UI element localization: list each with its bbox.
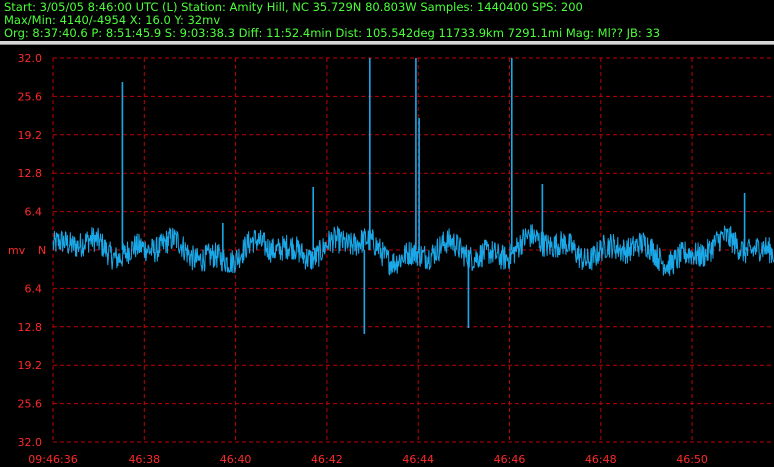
x-tick-label: 46:44 bbox=[402, 453, 434, 466]
y-tick-label: 25.6 bbox=[18, 90, 43, 103]
y-tick-label: 12.8 bbox=[18, 167, 43, 180]
zero-label: N bbox=[38, 244, 46, 257]
x-tick-label: 46:40 bbox=[220, 453, 252, 466]
y-tick-label: 6.4 bbox=[25, 282, 43, 295]
info-header: Start: 3/05/05 8:46:00 UTC (L) Station: … bbox=[0, 0, 774, 41]
y-axis-label: mv bbox=[8, 244, 26, 257]
x-tick-label: 46:38 bbox=[128, 453, 160, 466]
x-tick-label: 46:42 bbox=[311, 453, 343, 466]
y-tick-label: 19.2 bbox=[18, 359, 43, 372]
x-tick-label: 09:46:36 bbox=[28, 453, 77, 466]
x-tick-label: 46:46 bbox=[494, 453, 526, 466]
y-tick-label: 6.4 bbox=[25, 206, 43, 219]
y-tick-label: 32.0 bbox=[18, 52, 43, 65]
y-tick-label: 19.2 bbox=[18, 129, 43, 142]
y-tick-label: 32.0 bbox=[18, 436, 43, 449]
seismogram-chart[interactable]: 32.0 25.6 19.2 12.8 6.4 6.4 12.8 19.2 25.6 32.0 mv… bbox=[0, 45, 774, 467]
x-tick-label: 46:50 bbox=[676, 453, 708, 466]
header-line-origin-distance: Org: 8:37:40.6 P: 8:51:45.9 S: 9:03:38.3… bbox=[4, 26, 661, 40]
y-tick-label: 25.6 bbox=[18, 398, 43, 411]
seismogram-plot[interactable]: 32.0 25.6 19.2 12.8 6.4 6.4 12.8 19.2 25.6 32.0 mv… bbox=[0, 45, 774, 467]
y-tick-label: 12.8 bbox=[18, 321, 43, 334]
x-tick-label: 46:48 bbox=[585, 453, 617, 466]
